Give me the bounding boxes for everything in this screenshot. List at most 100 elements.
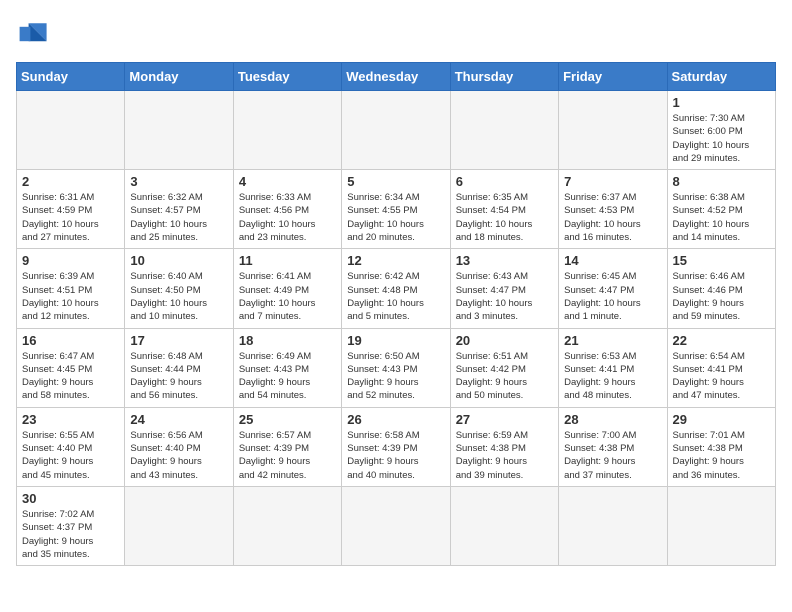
day-info: Sunrise: 6:45 AM Sunset: 4:47 PM Dayligh…: [564, 270, 661, 323]
week-row-6: 30 Sunrise: 7:02 AM Sunset: 4:37 PM Dayli…: [17, 486, 776, 565]
calendar-cell: [125, 486, 233, 565]
day-info: Sunrise: 6:48 AM Sunset: 4:44 PM Dayligh…: [130, 350, 227, 403]
calendar-cell: 2 Sunrise: 6:31 AM Sunset: 4:59 PM Daylig…: [17, 170, 125, 249]
day-info: Sunrise: 6:31 AM Sunset: 4:59 PM Dayligh…: [22, 191, 119, 244]
day-info: Sunrise: 6:32 AM Sunset: 4:57 PM Dayligh…: [130, 191, 227, 244]
day-info: Sunrise: 6:56 AM Sunset: 4:40 PM Dayligh…: [130, 429, 227, 482]
calendar-cell: 7 Sunrise: 6:37 AM Sunset: 4:53 PM Daylig…: [559, 170, 667, 249]
day-info: Sunrise: 6:39 AM Sunset: 4:51 PM Dayligh…: [22, 270, 119, 323]
calendar-cell: [233, 486, 341, 565]
day-number: 21: [564, 333, 661, 348]
calendar-cell: 3Sunrise: 6:32 AM Sunset: 4:57 PM Daylig…: [125, 170, 233, 249]
weekday-header-sunday: Sunday: [17, 63, 125, 91]
day-number: 17: [130, 333, 227, 348]
day-number: 19: [347, 333, 444, 348]
day-info: Sunrise: 6:47 AM Sunset: 4:45 PM Dayligh…: [22, 350, 119, 403]
weekday-header-row: SundayMondayTuesdayWednesdayThursdayFrid…: [17, 63, 776, 91]
day-info: Sunrise: 6:59 AM Sunset: 4:38 PM Dayligh…: [456, 429, 553, 482]
week-row-4: 16 Sunrise: 6:47 AM Sunset: 4:45 PM Dayli…: [17, 328, 776, 407]
calendar-cell: [450, 486, 558, 565]
day-number: 18: [239, 333, 336, 348]
calendar-cell: 19 Sunrise: 6:50 AM Sunset: 4:43 PM Dayli…: [342, 328, 450, 407]
day-number: 1: [673, 95, 770, 110]
day-number: 9: [22, 253, 119, 268]
calendar-cell: 5Sunrise: 6:34 AM Sunset: 4:55 PM Daylig…: [342, 170, 450, 249]
calendar-cell: 20 Sunrise: 6:51 AM Sunset: 4:42 PM Dayli…: [450, 328, 558, 407]
day-info: Sunrise: 6:49 AM Sunset: 4:43 PM Dayligh…: [239, 350, 336, 403]
week-row-2: 2 Sunrise: 6:31 AM Sunset: 4:59 PM Daylig…: [17, 170, 776, 249]
day-info: Sunrise: 6:41 AM Sunset: 4:49 PM Dayligh…: [239, 270, 336, 323]
day-info: Sunrise: 7:01 AM Sunset: 4:38 PM Dayligh…: [673, 429, 770, 482]
day-number: 16: [22, 333, 119, 348]
calendar-cell: 4 Sunrise: 6:33 AM Sunset: 4:56 PM Daylig…: [233, 170, 341, 249]
day-number: 27: [456, 412, 553, 427]
calendar-cell: 21 Sunrise: 6:53 AM Sunset: 4:41 PM Dayli…: [559, 328, 667, 407]
day-number: 25: [239, 412, 336, 427]
day-info: Sunrise: 6:33 AM Sunset: 4:56 PM Dayligh…: [239, 191, 336, 244]
day-info: Sunrise: 6:40 AM Sunset: 4:50 PM Dayligh…: [130, 270, 227, 323]
week-row-3: 9 Sunrise: 6:39 AM Sunset: 4:51 PM Daylig…: [17, 249, 776, 328]
day-number: 11: [239, 253, 336, 268]
calendar-cell: 12Sunrise: 6:42 AM Sunset: 4:48 PM Dayli…: [342, 249, 450, 328]
day-info: Sunrise: 7:02 AM Sunset: 4:37 PM Dayligh…: [22, 508, 119, 561]
day-number: 2: [22, 174, 119, 189]
day-number: 28: [564, 412, 661, 427]
calendar-cell: 22Sunrise: 6:54 AM Sunset: 4:41 PM Dayli…: [667, 328, 775, 407]
day-number: 5: [347, 174, 444, 189]
calendar-cell: 6Sunrise: 6:35 AM Sunset: 4:54 PM Daylig…: [450, 170, 558, 249]
weekday-header-tuesday: Tuesday: [233, 63, 341, 91]
calendar-cell: 28Sunrise: 7:00 AM Sunset: 4:38 PM Dayli…: [559, 407, 667, 486]
day-number: 23: [22, 412, 119, 427]
calendar-cell: 17 Sunrise: 6:48 AM Sunset: 4:44 PM Dayli…: [125, 328, 233, 407]
week-row-1: 1 Sunrise: 7:30 AM Sunset: 6:00 PM Daylig…: [17, 91, 776, 170]
day-info: Sunrise: 6:58 AM Sunset: 4:39 PM Dayligh…: [347, 429, 444, 482]
day-number: 24: [130, 412, 227, 427]
day-info: Sunrise: 6:50 AM Sunset: 4:43 PM Dayligh…: [347, 350, 444, 403]
calendar-cell: [559, 91, 667, 170]
calendar-cell: [233, 91, 341, 170]
calendar-cell: 14 Sunrise: 6:45 AM Sunset: 4:47 PM Dayli…: [559, 249, 667, 328]
day-number: 20: [456, 333, 553, 348]
calendar-cell: [342, 91, 450, 170]
day-number: 14: [564, 253, 661, 268]
week-row-5: 23Sunrise: 6:55 AM Sunset: 4:40 PM Dayli…: [17, 407, 776, 486]
weekday-header-wednesday: Wednesday: [342, 63, 450, 91]
day-number: 22: [673, 333, 770, 348]
calendar-cell: 10Sunrise: 6:40 AM Sunset: 4:50 PM Dayli…: [125, 249, 233, 328]
calendar-cell: [559, 486, 667, 565]
day-number: 30: [22, 491, 119, 506]
day-info: Sunrise: 6:35 AM Sunset: 4:54 PM Dayligh…: [456, 191, 553, 244]
calendar-cell: [450, 91, 558, 170]
calendar-cell: 26 Sunrise: 6:58 AM Sunset: 4:39 PM Dayli…: [342, 407, 450, 486]
calendar-cell: 27 Sunrise: 6:59 AM Sunset: 4:38 PM Dayli…: [450, 407, 558, 486]
calendar-cell: 16 Sunrise: 6:47 AM Sunset: 4:45 PM Dayli…: [17, 328, 125, 407]
day-number: 8: [673, 174, 770, 189]
day-info: Sunrise: 6:46 AM Sunset: 4:46 PM Dayligh…: [673, 270, 770, 323]
day-info: Sunrise: 6:43 AM Sunset: 4:47 PM Dayligh…: [456, 270, 553, 323]
calendar-cell: 25Sunrise: 6:57 AM Sunset: 4:39 PM Dayli…: [233, 407, 341, 486]
calendar-cell: 8 Sunrise: 6:38 AM Sunset: 4:52 PM Daylig…: [667, 170, 775, 249]
weekday-header-thursday: Thursday: [450, 63, 558, 91]
day-info: Sunrise: 7:30 AM Sunset: 6:00 PM Dayligh…: [673, 112, 770, 165]
day-number: 26: [347, 412, 444, 427]
calendar-table: SundayMondayTuesdayWednesdayThursdayFrid…: [16, 62, 776, 566]
day-info: Sunrise: 6:51 AM Sunset: 4:42 PM Dayligh…: [456, 350, 553, 403]
day-number: 7: [564, 174, 661, 189]
day-number: 15: [673, 253, 770, 268]
day-info: Sunrise: 6:37 AM Sunset: 4:53 PM Dayligh…: [564, 191, 661, 244]
logo: [16, 16, 56, 52]
day-number: 4: [239, 174, 336, 189]
calendar-cell: 11 Sunrise: 6:41 AM Sunset: 4:49 PM Dayli…: [233, 249, 341, 328]
logo-icon: [16, 16, 52, 52]
calendar-cell: [125, 91, 233, 170]
calendar-cell: [17, 91, 125, 170]
calendar-cell: 13Sunrise: 6:43 AM Sunset: 4:47 PM Dayli…: [450, 249, 558, 328]
calendar-cell: 29 Sunrise: 7:01 AM Sunset: 4:38 PM Dayli…: [667, 407, 775, 486]
day-info: Sunrise: 6:38 AM Sunset: 4:52 PM Dayligh…: [673, 191, 770, 244]
calendar-cell: 18 Sunrise: 6:49 AM Sunset: 4:43 PM Dayli…: [233, 328, 341, 407]
calendar-cell: 15 Sunrise: 6:46 AM Sunset: 4:46 PM Dayli…: [667, 249, 775, 328]
calendar-cell: 23Sunrise: 6:55 AM Sunset: 4:40 PM Dayli…: [17, 407, 125, 486]
day-info: Sunrise: 6:53 AM Sunset: 4:41 PM Dayligh…: [564, 350, 661, 403]
calendar-cell: 1 Sunrise: 7:30 AM Sunset: 6:00 PM Daylig…: [667, 91, 775, 170]
day-number: 29: [673, 412, 770, 427]
